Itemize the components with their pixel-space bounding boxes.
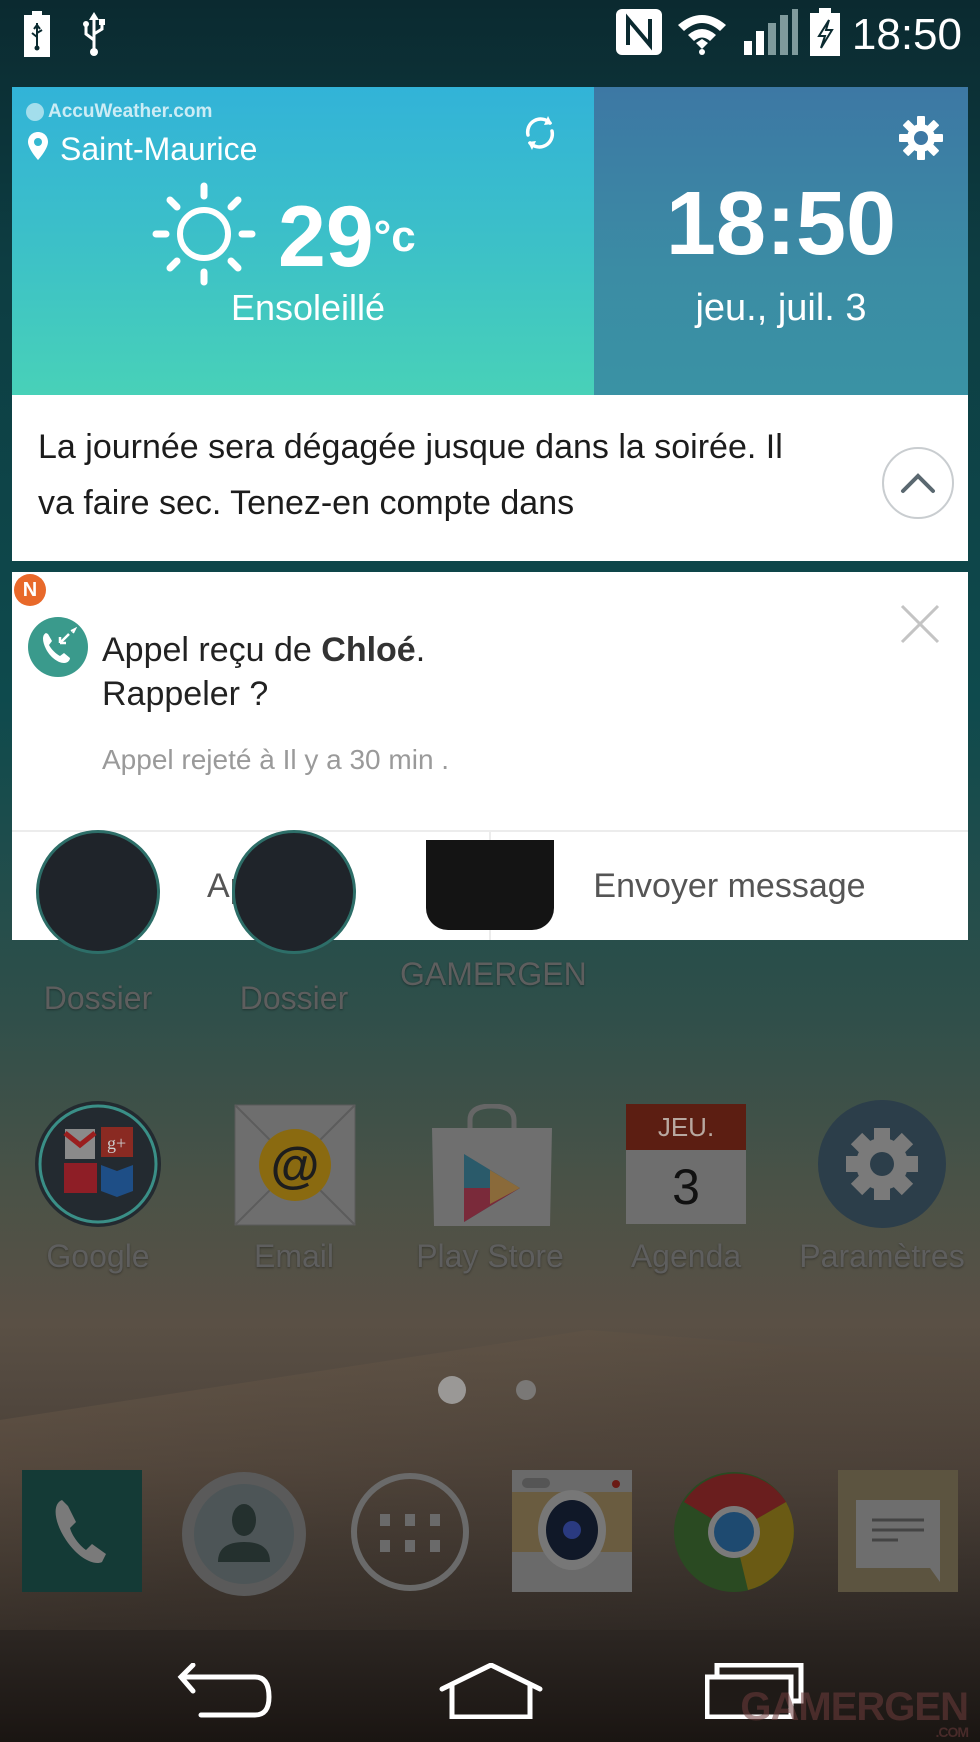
temperature: 29°c (278, 194, 416, 280)
title-prefix: Appel reçu de (102, 631, 322, 669)
widget-clock: 18:50 (665, 174, 897, 274)
page-dot-active[interactable] (438, 1376, 466, 1404)
app-agenda[interactable]: JEU. 3 Agenda (588, 1104, 784, 1275)
dock-contacts[interactable] (180, 1470, 306, 1596)
nfc-icon (615, 9, 662, 60)
folder-icon (232, 830, 356, 954)
phone-icon (22, 1470, 142, 1592)
location-name: Saint-Maurice (60, 131, 258, 167)
signal-icon (742, 9, 798, 60)
app-label: Dossier (43, 980, 153, 1016)
play-store-icon (430, 1103, 552, 1226)
battery-charging-icon (809, 8, 840, 61)
app-google-folder[interactable]: g+ Google (0, 1101, 196, 1275)
email-icon: @ (234, 1104, 356, 1226)
folder-icon (36, 830, 160, 954)
notification-subtitle: Rappeler ? (102, 675, 269, 713)
app-settings[interactable]: Paramètres (784, 1100, 980, 1275)
calendar-date: 3 (626, 1150, 746, 1224)
page-dot[interactable] (516, 1380, 536, 1400)
dock-camera[interactable] (512, 1470, 636, 1594)
provider-label: AccuWeather.com (26, 101, 212, 123)
clock-panel[interactable]: 18:50 jeu., juil. 3 (594, 87, 968, 395)
notification-meta: Appel rejeté à Il y a 30 min . (102, 744, 450, 775)
dock (0, 1470, 980, 1600)
camera-icon (512, 1470, 632, 1592)
call-icon (28, 617, 88, 677)
accuweather-logo-icon (26, 103, 44, 121)
dock-messages[interactable] (838, 1470, 962, 1594)
app-label: Google (46, 1238, 150, 1274)
app-label: Email (253, 1238, 334, 1274)
app-label: GAMERGEN (400, 956, 587, 992)
home-icon (439, 1663, 543, 1719)
folder-2[interactable]: Dossier (204, 830, 384, 1017)
refresh-button[interactable] (520, 113, 560, 153)
dock-app-drawer[interactable] (348, 1470, 472, 1594)
caller-name: Chloé (321, 631, 416, 669)
chevron-up-icon (901, 473, 935, 493)
app-label: Paramètres (799, 1238, 965, 1274)
app-gamergen[interactable]: GAMERGEN (400, 840, 587, 993)
dock-phone[interactable] (22, 1470, 146, 1594)
forecast-text: La journée sera dégagée jusque dans la s… (38, 428, 783, 522)
dismiss-button[interactable] (900, 604, 940, 644)
provider-name: AccuWeather.com (48, 101, 213, 122)
sun-icon (152, 182, 256, 291)
svg-text:@: @ (271, 1137, 320, 1193)
usb-icon (80, 10, 108, 63)
collapse-button[interactable] (882, 447, 954, 519)
folder-1[interactable]: Dossier (8, 830, 188, 1017)
location-pin-icon (28, 131, 48, 168)
calendar-day: JEU. (626, 1104, 746, 1150)
notification-title: Appel reçu de Chloé. (102, 628, 425, 672)
app-label: Agenda (630, 1238, 742, 1274)
forecast-panel: La journée sera dégagée jusque dans la s… (12, 395, 968, 561)
watermark: GAMERGEN .COM (740, 1685, 969, 1740)
location[interactable]: Saint-Maurice (28, 131, 257, 168)
back-button[interactable] (170, 1656, 280, 1726)
status-bar: 18:50 (0, 0, 980, 70)
home-row-2: g+ Google @ Email Play Store JEU. 3 Agen… (0, 1100, 980, 1284)
widget-settings-button[interactable] (898, 115, 944, 161)
messages-icon (838, 1470, 958, 1592)
settings-icon (818, 1100, 946, 1228)
watermark-text: GAMERGEN (740, 1685, 969, 1729)
apps-grid-icon (351, 1473, 469, 1591)
app-label: Play Store (416, 1238, 564, 1274)
usb-battery-icon (24, 11, 50, 62)
dock-chrome[interactable] (672, 1470, 796, 1594)
calendar-icon: JEU. 3 (626, 1104, 746, 1224)
home-button[interactable] (436, 1656, 546, 1726)
refresh-icon (525, 116, 555, 150)
temperature-unit: °c (373, 211, 416, 261)
app-play-store[interactable]: Play Store (392, 1103, 588, 1275)
temperature-value: 29 (278, 188, 374, 285)
wifi-icon (674, 9, 730, 60)
weather-panel[interactable]: AccuWeather.com Saint-Maurice 29°c Ensol… (12, 87, 594, 395)
chrome-icon (674, 1472, 794, 1592)
home-row-1: Dossier Dossier GAMERGEN (0, 830, 980, 1040)
title-suffix: . (415, 631, 426, 669)
app-email[interactable]: @ Email (196, 1104, 392, 1275)
app-label: Dossier (239, 980, 349, 1016)
status-time: 18:50 (851, 9, 962, 59)
svg-text:g+: g+ (107, 1133, 126, 1153)
page-indicator (0, 1376, 980, 1406)
close-icon (900, 604, 940, 644)
google-folder-icon: g+ (35, 1101, 161, 1227)
weather-condition: Ensoleillé (230, 287, 386, 328)
widget-date: jeu., juil. 3 (695, 287, 867, 329)
gamergen-icon (426, 840, 554, 930)
gear-icon (899, 116, 943, 160)
contacts-icon (182, 1472, 306, 1596)
weather-widget[interactable]: AccuWeather.com Saint-Maurice 29°c Ensol… (12, 87, 968, 395)
notification-badge: N (14, 574, 46, 606)
temperature-row: 29°c (152, 182, 416, 291)
back-icon (177, 1663, 272, 1718)
